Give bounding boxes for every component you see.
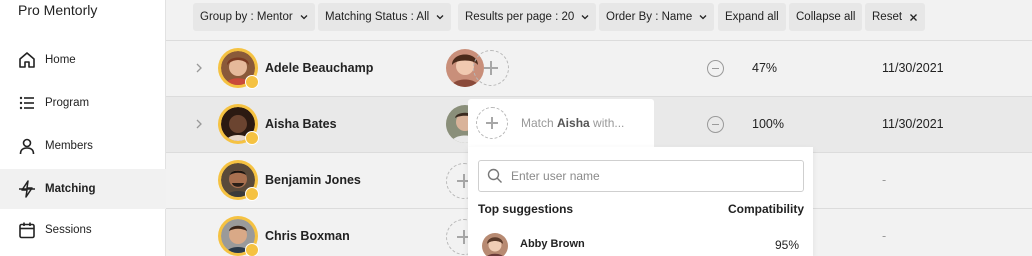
suggestion-item[interactable]: Abby Brown 95%: [468, 230, 813, 256]
collapse-all-label: Collapse all: [796, 11, 856, 23]
search-icon: [487, 168, 502, 183]
match-date: 11/30/2021: [882, 61, 944, 75]
matching-icon: [18, 180, 36, 198]
chevron-down-icon: [300, 15, 308, 20]
reset-label: Reset: [872, 11, 903, 23]
mentor-badge-icon: [245, 187, 259, 201]
user-icon: [18, 137, 36, 155]
filter-toolbar: Group by : Mentor Matching Status : All …: [166, 0, 1032, 40]
order-by-label: Order By : Name: [606, 11, 693, 23]
avatar: [482, 233, 508, 256]
group-by-label: Group by : Mentor: [200, 11, 293, 23]
suggestion-name: Abby Brown: [520, 238, 585, 250]
avatar: [218, 160, 259, 201]
calendar-icon: [18, 221, 36, 239]
chevron-down-icon: [581, 15, 589, 20]
sidebar-item-program[interactable]: Program: [0, 83, 166, 123]
close-icon: [910, 13, 918, 21]
expand-all-label: Expand all: [725, 11, 779, 23]
match-popup: Top suggestions Compatibility Abby Brown…: [468, 147, 813, 256]
home-icon: [18, 51, 36, 69]
matching-status-label: Matching Status : All: [325, 11, 430, 23]
compatibility-label: Compatibility: [727, 202, 804, 216]
match-popup-header: Match Aisha with...: [468, 99, 654, 147]
sidebar: Pro Mentorly Home Program Members Matchi…: [0, 0, 166, 256]
sidebar-item-label: Home: [45, 54, 76, 66]
reset-button[interactable]: Reset: [865, 3, 926, 31]
sidebar-item-members[interactable]: Members: [0, 126, 166, 166]
user-search-box[interactable]: [478, 160, 804, 192]
remove-match-icon[interactable]: [707, 60, 724, 77]
sidebar-item-label: Sessions: [45, 224, 92, 236]
list-icon: [18, 94, 36, 112]
compatibility-value: 100%: [752, 117, 784, 131]
mentor-name: Aisha Bates: [265, 117, 337, 131]
sidebar-item-label: Matching: [45, 183, 96, 195]
match-popup-title: Match Aisha with...: [521, 116, 625, 130]
chevron-right-icon[interactable]: [194, 61, 204, 75]
mentor-badge-icon: [245, 131, 259, 145]
top-suggestions-label: Top suggestions: [478, 202, 574, 216]
results-per-page-dropdown[interactable]: Results per page : 20: [458, 3, 597, 31]
avatar: [218, 216, 259, 256]
match-mentor-name: Aisha: [557, 116, 590, 130]
chevron-down-icon: [436, 15, 444, 20]
mentor-name: Adele Beauchamp: [265, 61, 374, 75]
match-date: -: [882, 229, 887, 243]
chevron-down-icon: [699, 15, 707, 20]
group-by-dropdown[interactable]: Group by : Mentor: [193, 3, 315, 31]
add-mentee-button[interactable]: [473, 50, 509, 86]
expand-all-button[interactable]: Expand all: [718, 3, 786, 31]
sidebar-item-label: Program: [45, 97, 90, 109]
results-per-page-label: Results per page : 20: [465, 11, 575, 23]
mentor-name: Benjamin Jones: [265, 173, 361, 187]
sidebar-item-home[interactable]: Home: [0, 40, 166, 80]
mentor-badge-icon: [245, 243, 259, 256]
match-date: -: [882, 173, 887, 187]
order-by-dropdown[interactable]: Order By : Name: [599, 3, 715, 31]
table-row[interactable]: Adele Beauchamp 47% 11/30/2021: [166, 40, 1032, 96]
add-mentee-button[interactable]: [476, 107, 508, 139]
mentor-name: Chris Boxman: [265, 229, 350, 243]
sidebar-item-label: Members: [45, 140, 93, 152]
chevron-right-icon[interactable]: [194, 117, 204, 131]
collapse-all-button[interactable]: Collapse all: [789, 3, 863, 31]
match-date: 11/30/2021: [882, 117, 944, 131]
user-search-input[interactable]: [511, 162, 791, 190]
compatibility-value: 47%: [752, 61, 778, 75]
avatar: [218, 104, 259, 145]
sidebar-item-sessions[interactable]: Sessions: [0, 210, 166, 250]
suggestion-compatibility: 95%: [774, 238, 799, 252]
sidebar-item-matching[interactable]: Matching: [0, 169, 166, 209]
matching-status-dropdown[interactable]: Matching Status : All: [318, 3, 452, 31]
brand-name: Pro Mentorly: [18, 2, 98, 18]
remove-match-icon[interactable]: [707, 116, 724, 133]
avatar: [218, 48, 259, 89]
mentor-badge-icon: [245, 75, 259, 89]
